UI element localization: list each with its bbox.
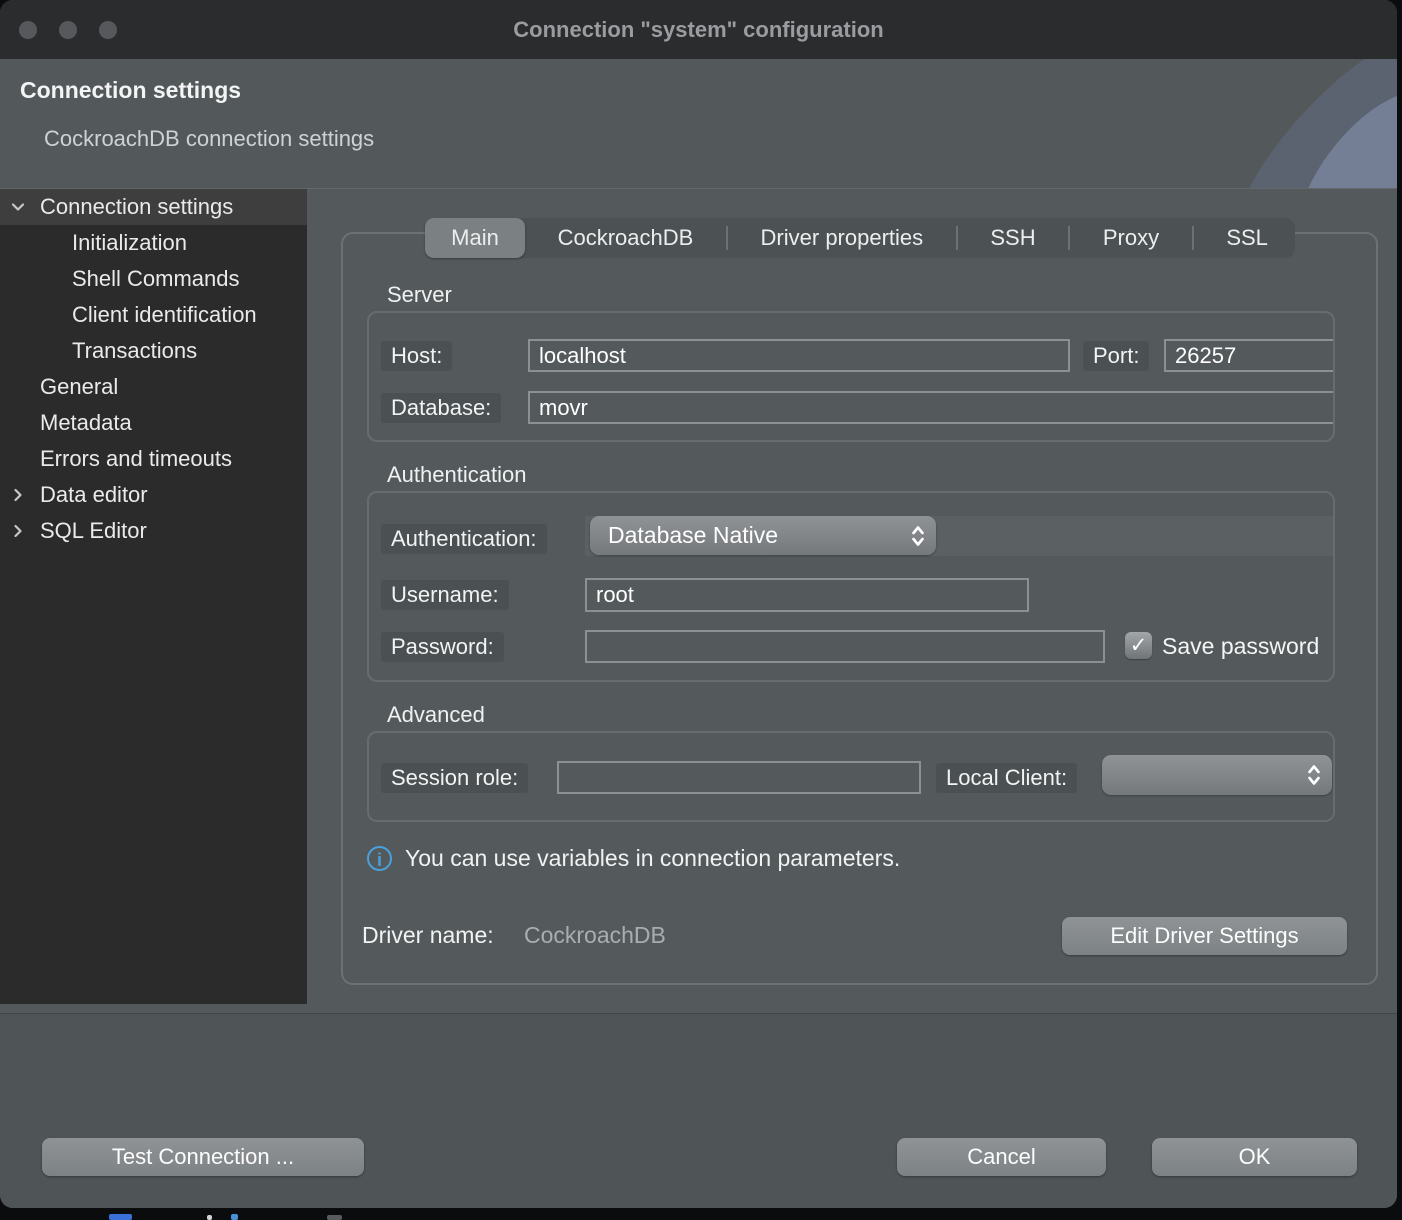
password-label: Password: xyxy=(381,632,504,662)
tab-proxy[interactable]: Proxy xyxy=(1076,218,1186,258)
authentication-group-caption: Authentication xyxy=(387,462,526,488)
select-updown-chevrons-icon xyxy=(911,524,925,548)
driver-name-label: Driver name: xyxy=(362,922,494,949)
select-updown-chevrons-icon xyxy=(1307,763,1321,787)
sidebar-item-label: Transactions xyxy=(0,333,307,369)
database-input[interactable] xyxy=(528,391,1335,424)
sidebar-item-data-editor[interactable]: Data editor xyxy=(0,477,307,513)
authentication-label: Authentication: xyxy=(381,524,547,554)
decorative-swoosh xyxy=(1237,59,1397,189)
edit-driver-settings-button[interactable]: Edit Driver Settings xyxy=(1062,917,1347,955)
tab-main[interactable]: Main xyxy=(425,218,525,258)
sidebar-item-label: SQL Editor xyxy=(0,513,307,549)
chevron-right-icon[interactable] xyxy=(10,523,26,539)
sidebar-item-label: Client identification xyxy=(0,297,307,333)
port-label: Port: xyxy=(1083,341,1149,371)
sidebar-item-label: Connection settings xyxy=(0,189,307,225)
sidebar-item-label: Data editor xyxy=(0,477,307,513)
tab-cockroachdb[interactable]: CockroachDB xyxy=(531,218,721,258)
sidebar-item-general[interactable]: General xyxy=(0,369,307,405)
sidebar-item-metadata[interactable]: Metadata xyxy=(0,405,307,441)
info-row: i You can use variables in connection pa… xyxy=(367,845,900,872)
chevron-down-icon[interactable] xyxy=(10,199,26,215)
dock-icon-speck xyxy=(109,1214,132,1220)
local-client-label: Local Client: xyxy=(936,763,1077,793)
session-role-input[interactable] xyxy=(557,761,921,794)
cancel-button[interactable]: Cancel xyxy=(897,1138,1106,1176)
sidebar-item-transactions[interactable]: Transactions xyxy=(0,333,307,369)
sidebar-item-label: Metadata xyxy=(0,405,307,441)
title-bar: Connection "system" configuration xyxy=(0,0,1397,59)
page-title: Connection settings xyxy=(20,77,241,104)
database-label: Database: xyxy=(381,393,501,423)
authentication-select[interactable]: Database Native xyxy=(590,516,936,555)
sidebar-item-label: Errors and timeouts xyxy=(0,441,307,477)
sidebar-item-client-identification[interactable]: Client identification xyxy=(0,297,307,333)
info-icon: i xyxy=(367,846,392,871)
authentication-group: Authentication: Database Native Username… xyxy=(367,491,1335,682)
dialog-window: Connection "system" configuration Connec… xyxy=(0,0,1397,1208)
username-label: Username: xyxy=(381,580,509,610)
tab-separator xyxy=(1068,226,1070,250)
page-subtitle: CockroachDB connection settings xyxy=(44,126,374,152)
host-input[interactable] xyxy=(528,339,1070,372)
save-password-label: Save password xyxy=(1162,632,1334,660)
dialog-header: Connection settings CockroachDB connecti… xyxy=(0,59,1397,189)
info-text: You can use variables in connection para… xyxy=(405,845,900,872)
chevron-right-icon[interactable] xyxy=(10,487,26,503)
window-title: Connection "system" configuration xyxy=(0,0,1397,59)
advanced-group-caption: Advanced xyxy=(387,702,485,728)
tab-driver-properties[interactable]: Driver properties xyxy=(734,218,951,258)
sidebar-item-initialization[interactable]: Initialization xyxy=(0,225,307,261)
settings-tree: Connection settingsInitializationShell C… xyxy=(0,189,307,1004)
dock-icon-speck xyxy=(327,1215,342,1220)
sidebar-item-errors-and-timeouts[interactable]: Errors and timeouts xyxy=(0,441,307,477)
dock-icon-speck xyxy=(207,1215,212,1220)
tab-separator xyxy=(956,226,958,250)
host-label: Host: xyxy=(381,341,452,371)
port-input[interactable] xyxy=(1164,339,1335,372)
driver-name-value: CockroachDB xyxy=(524,922,666,949)
tab-separator xyxy=(1192,226,1194,250)
dialog-footer: Test Connection ... Cancel OK xyxy=(0,1013,1397,1208)
server-group-caption: Server xyxy=(387,282,452,308)
save-password-checkbox[interactable]: ✓ xyxy=(1125,632,1152,659)
main-tab-panel: Server Host: Port: Database: Authenticat… xyxy=(341,232,1378,985)
local-client-select[interactable] xyxy=(1102,755,1332,795)
session-role-label: Session role: xyxy=(381,763,528,793)
sidebar-item-connection-settings[interactable]: Connection settings xyxy=(0,189,307,225)
server-group: Host: Port: Database: xyxy=(367,311,1335,442)
ok-button[interactable]: OK xyxy=(1152,1138,1357,1176)
screen: Connection "system" configuration Connec… xyxy=(0,0,1402,1220)
username-input[interactable] xyxy=(585,578,1029,612)
tab-ssl[interactable]: SSL xyxy=(1199,218,1295,258)
sidebar-item-label: Initialization xyxy=(0,225,307,261)
tab-ssh[interactable]: SSH xyxy=(963,218,1062,258)
sidebar-item-sql-editor[interactable]: SQL Editor xyxy=(0,513,307,549)
test-connection-button[interactable]: Test Connection ... xyxy=(42,1138,364,1176)
sidebar-item-label: General xyxy=(0,369,307,405)
password-input[interactable] xyxy=(585,630,1105,663)
driver-row: Driver name: CockroachDB Edit Driver Set… xyxy=(362,917,1362,955)
tab-separator xyxy=(726,226,728,250)
checkbox-check-icon: ✓ xyxy=(1130,634,1148,657)
dock-icon-speck xyxy=(231,1214,238,1220)
sidebar-item-label: Shell Commands xyxy=(0,261,307,297)
advanced-group: Session role: Local Client: xyxy=(367,731,1335,822)
sidebar-item-shell-commands[interactable]: Shell Commands xyxy=(0,261,307,297)
authentication-selected-value: Database Native xyxy=(608,516,778,555)
tab-bar: MainCockroachDB Driver properties SSH Proxy… xyxy=(425,218,1295,258)
